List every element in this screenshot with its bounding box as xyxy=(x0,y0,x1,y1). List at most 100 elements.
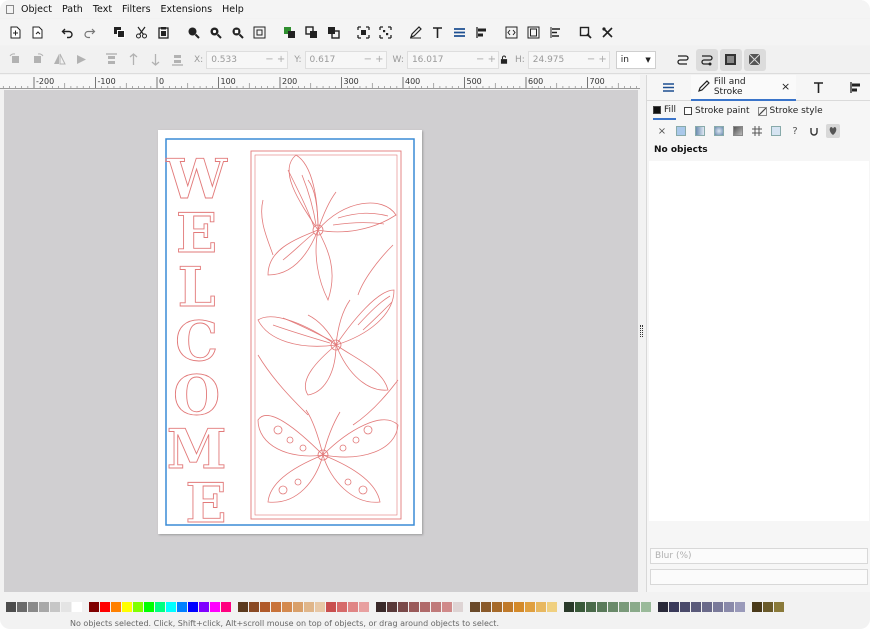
find-button[interactable] xyxy=(574,21,596,43)
clone-button[interactable] xyxy=(300,21,322,43)
palette-swatch[interactable] xyxy=(376,602,386,612)
document-properties-button[interactable] xyxy=(522,21,544,43)
palette-swatch[interactable] xyxy=(763,602,773,612)
x-spinner[interactable]: − + xyxy=(265,54,285,65)
opacity-field[interactable] xyxy=(650,569,868,585)
palette-swatch[interactable] xyxy=(702,602,712,612)
redo-button[interactable] xyxy=(78,21,100,43)
swatch-icon[interactable] xyxy=(769,124,783,138)
palette-swatch[interactable] xyxy=(420,602,430,612)
palette-swatch[interactable] xyxy=(470,602,480,612)
palette-swatch[interactable] xyxy=(442,602,452,612)
menu-text[interactable]: Text xyxy=(88,4,117,15)
palette-swatch[interactable] xyxy=(724,602,734,612)
align-button[interactable] xyxy=(470,21,492,43)
w-spinner[interactable]: − + xyxy=(476,54,496,65)
zoom-1to1-button[interactable] xyxy=(248,21,270,43)
y-field[interactable]: 0.617 − + xyxy=(304,50,387,69)
palette-swatch[interactable] xyxy=(586,602,596,612)
palette-swatch[interactable] xyxy=(315,602,325,612)
h-field[interactable]: 24.975 − + xyxy=(527,50,610,69)
raise-button[interactable] xyxy=(122,49,144,71)
palette-swatch[interactable] xyxy=(155,602,165,612)
zoom-selection-button[interactable] xyxy=(182,21,204,43)
palette-swatch[interactable] xyxy=(39,602,49,612)
no-paint-icon[interactable]: × xyxy=(655,124,669,138)
raise-to-top-button[interactable] xyxy=(100,49,122,71)
palette-swatch[interactable] xyxy=(597,602,607,612)
palette-swatch[interactable] xyxy=(166,602,176,612)
menu-filters[interactable]: Filters xyxy=(117,4,155,15)
x-field[interactable]: 0.533 − + xyxy=(206,50,289,69)
pattern-icon[interactable] xyxy=(750,124,764,138)
palette-swatch[interactable] xyxy=(293,602,303,612)
zoom-page-button[interactable] xyxy=(226,21,248,43)
subtab-stroke-paint[interactable]: Stroke paint xyxy=(684,102,750,120)
palette-swatch[interactable] xyxy=(188,602,198,612)
palette-swatch[interactable] xyxy=(735,602,745,612)
palette-swatch[interactable] xyxy=(111,602,121,612)
rotate-ccw-button[interactable] xyxy=(4,49,26,71)
unlink-clone-button[interactable] xyxy=(322,21,344,43)
palette-swatch[interactable] xyxy=(72,602,82,612)
palette-swatch[interactable] xyxy=(680,602,690,612)
palette-swatch[interactable] xyxy=(398,602,408,612)
transform-stroke-button[interactable] xyxy=(672,49,694,71)
new-document-button[interactable] xyxy=(4,21,26,43)
palette-swatch[interactable] xyxy=(100,602,110,612)
palette-swatch[interactable] xyxy=(608,602,618,612)
copy-button[interactable] xyxy=(108,21,130,43)
fill-stroke-dialog-button[interactable] xyxy=(404,21,426,43)
palette-swatch[interactable] xyxy=(658,602,668,612)
unit-select[interactable]: in ▼ xyxy=(615,50,656,69)
subtab-stroke-style[interactable]: Stroke style xyxy=(757,102,823,120)
preferences-button[interactable] xyxy=(596,21,618,43)
ungroup-button[interactable] xyxy=(374,21,396,43)
palette-swatch[interactable] xyxy=(271,602,281,612)
palette-swatch[interactable] xyxy=(387,602,397,612)
menu-path[interactable]: Path xyxy=(57,4,88,15)
palette-swatch[interactable] xyxy=(453,602,463,612)
palette-swatch[interactable] xyxy=(752,602,762,612)
transform-pattern-button[interactable] xyxy=(743,48,766,71)
palette-swatch[interactable] xyxy=(431,602,441,612)
zoom-drawing-button[interactable] xyxy=(204,21,226,43)
transform-corners-button[interactable] xyxy=(695,48,718,71)
palette-swatch[interactable] xyxy=(564,602,574,612)
palette-swatch[interactable] xyxy=(122,602,132,612)
palette-swatch[interactable] xyxy=(503,602,513,612)
flip-vertical-button[interactable] xyxy=(70,49,92,71)
palette-swatch[interactable] xyxy=(337,602,347,612)
mesh-gradient-icon[interactable] xyxy=(731,124,745,138)
palette-swatch[interactable] xyxy=(282,602,292,612)
menu-help[interactable]: Help xyxy=(217,4,249,15)
undo-button[interactable] xyxy=(56,21,78,43)
canvas[interactable]: W E L C O M E xyxy=(4,90,638,592)
linear-gradient-icon[interactable] xyxy=(693,124,707,138)
palette-swatch[interactable] xyxy=(177,602,187,612)
palette-swatch[interactable] xyxy=(774,602,784,612)
flip-horizontal-button[interactable] xyxy=(48,49,70,71)
layers-button[interactable] xyxy=(448,21,470,43)
xml-editor-button[interactable] xyxy=(500,21,522,43)
palette-swatch[interactable] xyxy=(249,602,259,612)
palette-swatch[interactable] xyxy=(669,602,679,612)
palette-swatch[interactable] xyxy=(641,602,651,612)
w-field[interactable]: 16.017 − + xyxy=(406,50,499,69)
palette-swatch[interactable] xyxy=(630,602,640,612)
lower-to-bottom-button[interactable] xyxy=(166,49,188,71)
h-spinner[interactable]: − + xyxy=(587,54,607,65)
flat-color-icon[interactable] xyxy=(674,124,688,138)
palette-swatch[interactable] xyxy=(348,602,358,612)
unset-paint-icon[interactable]: ? xyxy=(788,124,802,138)
paste-button[interactable] xyxy=(152,21,174,43)
palette-swatch[interactable] xyxy=(575,602,585,612)
palette-swatch[interactable] xyxy=(359,602,369,612)
y-spinner[interactable]: − + xyxy=(364,54,384,65)
lower-button[interactable] xyxy=(144,49,166,71)
group-button[interactable] xyxy=(352,21,374,43)
palette-swatch[interactable] xyxy=(61,602,71,612)
palette-swatch[interactable] xyxy=(50,602,60,612)
tab-text-font[interactable] xyxy=(796,75,840,101)
fill-rule-evenodd-icon[interactable] xyxy=(807,124,821,138)
